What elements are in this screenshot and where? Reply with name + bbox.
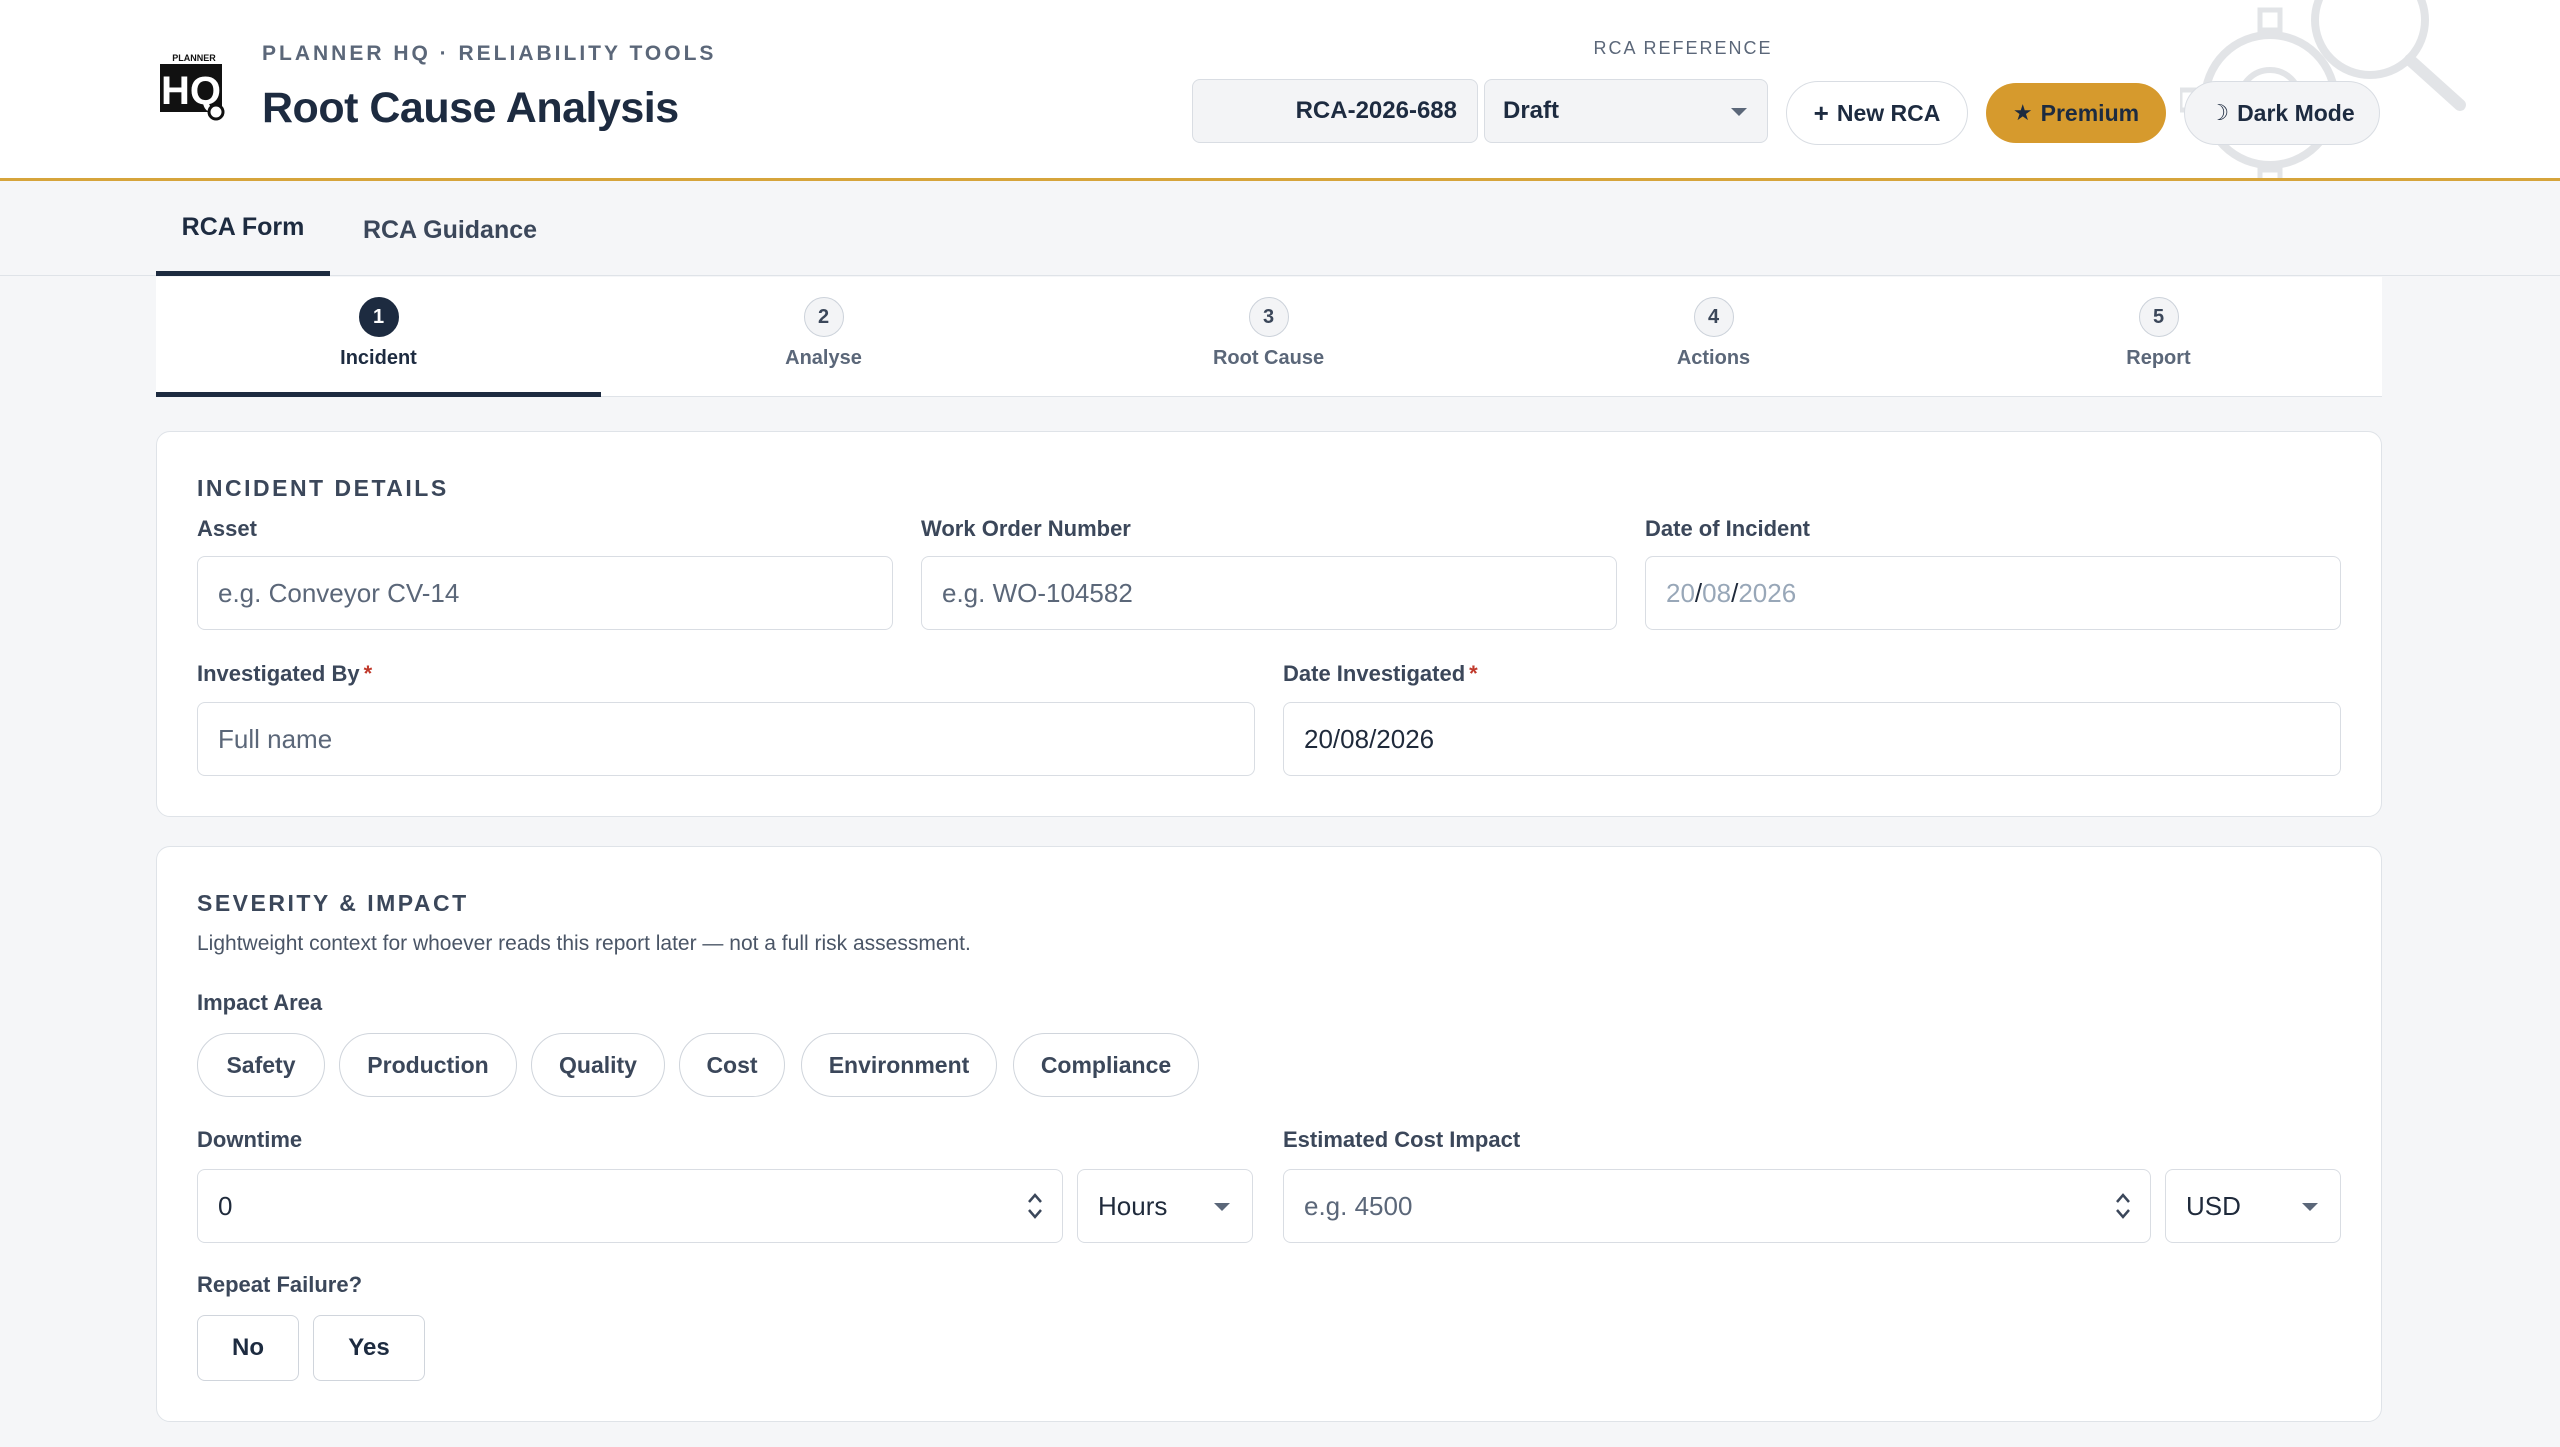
repeat-failure-no-button[interactable]: No: [197, 1315, 299, 1381]
helper-text: Lightweight context for whoever reads th…: [197, 932, 971, 955]
status-select[interactable]: Draft: [1484, 79, 1768, 143]
downtime-unit-select[interactable]: Hours: [1077, 1169, 1253, 1243]
date-investigated-text: Date Investigated: [1283, 661, 1466, 686]
impact-chip-safety[interactable]: Safety: [197, 1033, 325, 1097]
premium-label: Premium: [2040, 99, 2140, 126]
new-rca-button[interactable]: + New RCA: [1786, 81, 1968, 145]
new-rca-label: New RCA: [1836, 99, 1941, 126]
step-label: Report: [2126, 347, 2191, 369]
impact-chip-compliance[interactable]: Compliance: [1013, 1033, 1199, 1097]
step-report[interactable]: 5 Report: [1936, 277, 2381, 397]
premium-button[interactable]: ★ Premium: [1986, 83, 2166, 143]
date-investigated-input[interactable]: 20/08/2026: [1283, 702, 2341, 776]
incident-details-card: INCIDENT DETAILS Asset e.g. Conveyor CV-…: [156, 431, 2382, 817]
plus-icon: +: [1813, 97, 1829, 128]
step-actions[interactable]: 4 Actions: [1491, 277, 1936, 397]
page-title: Root Cause Analysis: [262, 84, 679, 132]
repeat-failure-label: Repeat Failure?: [197, 1272, 363, 1297]
asset-input[interactable]: e.g. Conveyor CV-14: [197, 556, 893, 630]
rca-reference-label: RCA REFERENCE: [1593, 38, 1773, 58]
step-indicator: 1 Incident 2 Analyse 3 Root Cause 4 Acti…: [156, 277, 2382, 397]
impact-chip-cost[interactable]: Cost: [679, 1033, 785, 1097]
severity-impact-card: SEVERITY & IMPACT Lightweight context fo…: [156, 846, 2382, 1422]
tabs-bar: RCA Form RCA Guidance: [0, 184, 2560, 276]
tab-rca-form[interactable]: RCA Form: [156, 184, 330, 276]
date-separator: /: [1731, 577, 1739, 608]
step-label: Incident: [340, 347, 417, 369]
rca-reference-field[interactable]: RCA-2026-688: [1192, 79, 1478, 143]
svg-text:PLANNER: PLANNER: [172, 53, 216, 63]
app-header: PLANNER HQ PLANNER HQ · RELIABILITY TOOL…: [0, 0, 2560, 181]
date-of-incident-label: Date of Incident: [1645, 516, 1811, 541]
section-title: INCIDENT DETAILS: [197, 475, 449, 501]
step-analyse[interactable]: 2 Analyse: [601, 277, 1046, 397]
step-label: Root Cause: [1212, 347, 1325, 369]
impact-chip-production[interactable]: Production: [339, 1033, 517, 1097]
step-number: 5: [2138, 297, 2179, 337]
impact-chip-quality[interactable]: Quality: [531, 1033, 665, 1097]
work-order-input[interactable]: e.g. WO-104582: [921, 556, 1617, 630]
cost-impact-input[interactable]: e.g. 4500: [1283, 1169, 2151, 1243]
step-root-cause[interactable]: 3 Root Cause: [1046, 277, 1491, 397]
date-year: 2026: [1738, 577, 1797, 608]
step-label: Analyse: [785, 347, 862, 369]
investigated-by-input[interactable]: Full name: [197, 702, 1255, 776]
date-month: 08: [1702, 577, 1732, 608]
required-asterisk: *: [363, 661, 373, 686]
cost-impact-placeholder: e.g. 4500: [1304, 1190, 1413, 1221]
downtime-value: 0: [218, 1190, 233, 1221]
dark-mode-label: Dark Mode: [2237, 99, 2355, 126]
step-label: Actions: [1676, 347, 1751, 369]
status-select-value: Draft: [1503, 97, 1560, 124]
app-eyebrow: PLANNER HQ · RELIABILITY TOOLS: [262, 42, 717, 65]
step-incident[interactable]: 1 Incident: [156, 277, 601, 397]
investigated-by-text: Investigated By: [197, 661, 360, 686]
impact-chip-environment[interactable]: Environment: [801, 1033, 997, 1097]
downtime-label: Downtime: [197, 1127, 303, 1152]
date-separator: /: [1694, 577, 1703, 608]
downtime-input[interactable]: 0: [197, 1169, 1063, 1243]
number-spinner-icon[interactable]: [1026, 1190, 1044, 1222]
chevron-down-icon: [1214, 1203, 1230, 1211]
number-spinner-icon[interactable]: [2114, 1190, 2132, 1222]
chevron-down-icon: [1731, 108, 1747, 116]
downtime-unit-value: Hours: [1098, 1190, 1168, 1221]
date-of-incident-input[interactable]: 20/08/2026: [1645, 556, 2341, 630]
chevron-down-icon: [2302, 1203, 2318, 1211]
step-number: 1: [358, 297, 399, 337]
step-number: 2: [803, 297, 844, 337]
star-icon: ★: [2012, 100, 2033, 125]
tab-rca-guidance[interactable]: RCA Guidance: [350, 184, 550, 276]
work-order-label: Work Order Number: [921, 516, 1131, 541]
step-number: 4: [1693, 297, 1734, 337]
currency-value: USD: [2186, 1190, 2241, 1221]
currency-select[interactable]: USD: [2165, 1169, 2341, 1243]
repeat-failure-yes-button[interactable]: Yes: [313, 1315, 425, 1381]
step-number: 3: [1248, 297, 1289, 337]
cost-impact-label: Estimated Cost Impact: [1283, 1127, 1521, 1152]
date-investigated-label: Date Investigated *: [1283, 661, 1478, 687]
required-asterisk: *: [1469, 661, 1478, 686]
investigated-by-label: Investigated By *: [197, 661, 372, 687]
section-title: SEVERITY & IMPACT: [197, 890, 469, 916]
dark-mode-button[interactable]: ☽ Dark Mode: [2184, 81, 2380, 145]
asset-label: Asset: [197, 516, 257, 541]
date-day: 20: [1666, 577, 1695, 608]
planner-hq-logo: PLANNER HQ: [158, 52, 230, 122]
impact-area-label: Impact Area: [197, 990, 323, 1015]
moon-icon: ☽: [2209, 100, 2230, 125]
